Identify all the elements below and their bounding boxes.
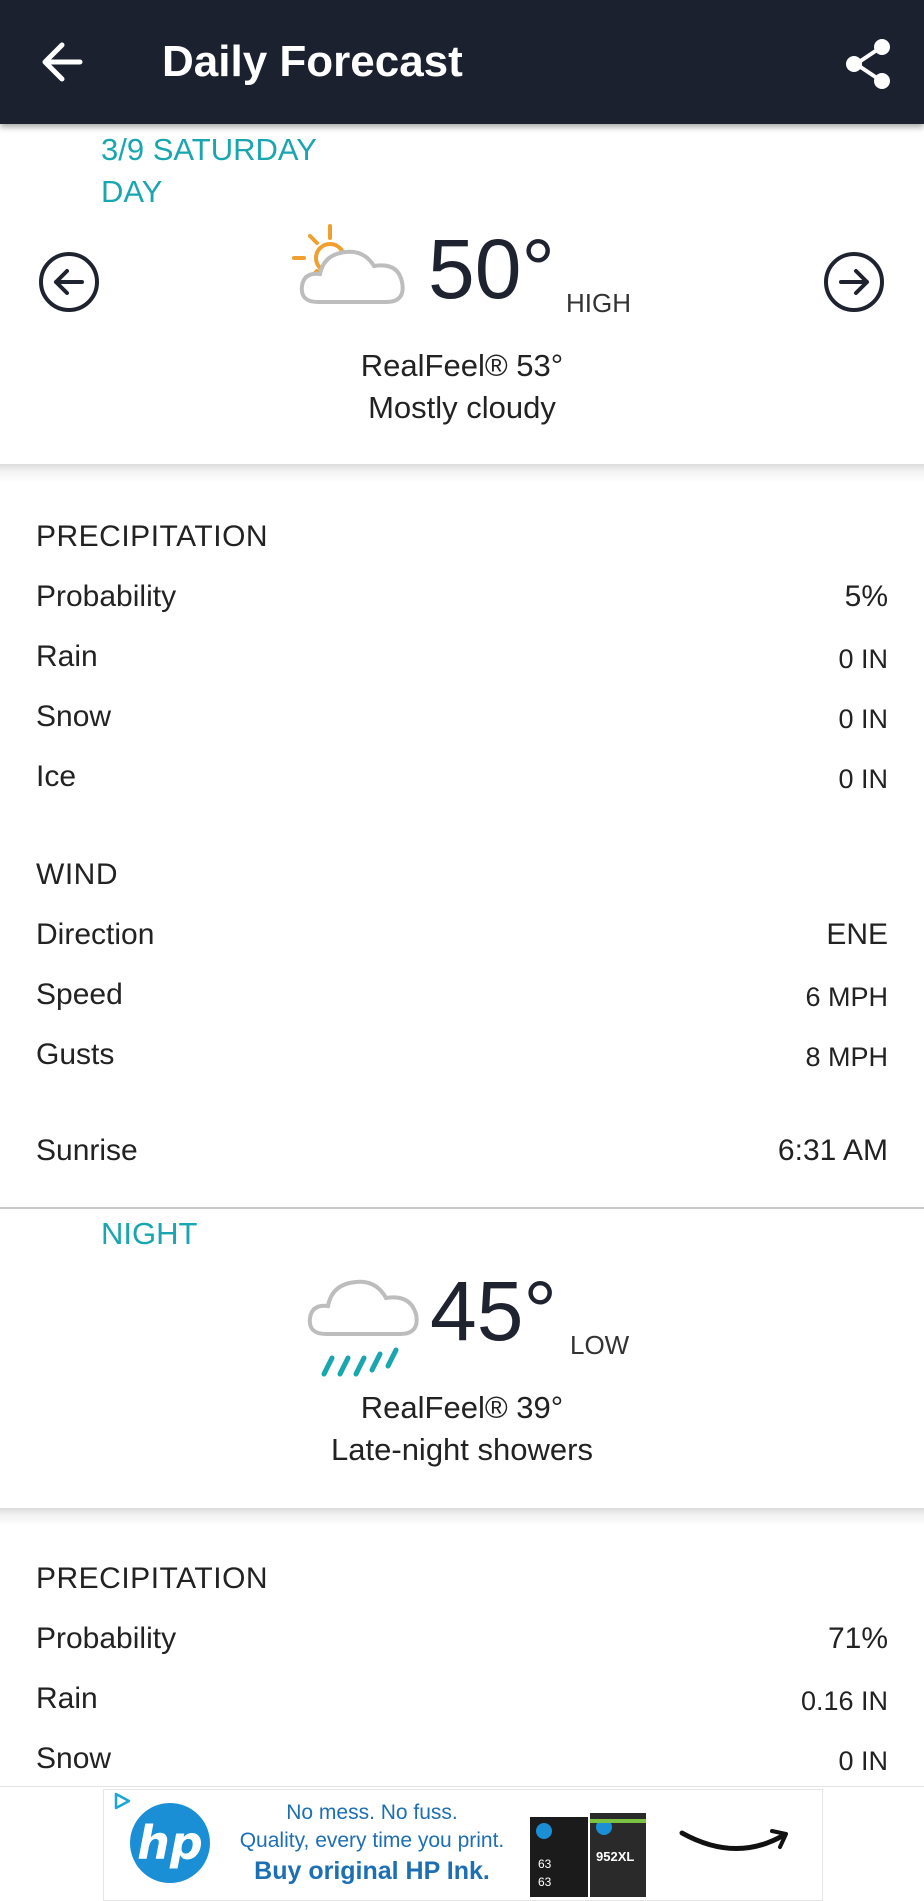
day-rain-value: 0 IN: [838, 644, 888, 674]
card-shadow: [0, 1508, 924, 1526]
ink-cartridge-box: 63 63: [530, 1817, 588, 1897]
wind-gusts-value: 8 MPH: [805, 1042, 888, 1072]
ink-label: 952XL: [596, 1849, 635, 1864]
day-condition: Mostly cloudy: [368, 390, 556, 425]
night-rain-value: 0.16 IN: [800, 1686, 888, 1716]
hp-mini-logo: [536, 1823, 552, 1839]
day-rain-label: Rain: [36, 640, 98, 673]
night-probability-value: 71%: [827, 1622, 888, 1655]
ad-banner[interactable]: hp No mess. No fuss. Quality, every time…: [0, 1786, 924, 1901]
day-temperature: 50°: [428, 222, 556, 316]
day-ice-label: Ice: [36, 760, 77, 793]
low-label: LOW: [570, 1330, 630, 1360]
wind-speed-label: Speed: [36, 978, 123, 1011]
page-title: Daily Forecast: [162, 37, 463, 86]
date-label: 3/9 SATURDAY: [101, 132, 317, 167]
hp-logo[interactable]: hp: [130, 1803, 210, 1883]
partly-cloudy-sun-icon: [292, 224, 405, 304]
amazon-smile-icon[interactable]: [676, 1823, 796, 1863]
day-ice-value: 0 IN: [838, 764, 888, 794]
night-condition: Late-night showers: [331, 1432, 593, 1467]
previous-day-button[interactable]: [37, 250, 101, 314]
ink-label: 63: [538, 1857, 552, 1871]
day-period-label: DAY: [101, 174, 163, 209]
night-realfeel: RealFeel® 39°: [360, 1390, 564, 1425]
ad-choices-icon[interactable]: [112, 1791, 132, 1811]
night-precipitation-heading: PRECIPITATION: [36, 1562, 269, 1595]
high-label: HIGH: [566, 288, 631, 318]
night-summary-card: NIGHT 45° LOW RealFeel® 39° Late-night s…: [0, 1210, 924, 1508]
night-snow-label: Snow: [36, 1742, 112, 1775]
day-summary-card: 3/9 SATURDAY DAY 50° HIGH RealFeel® 53° …: [0, 124, 924, 464]
ink-cartridge-box: 952XL: [590, 1813, 646, 1897]
ink-stripe: [590, 1819, 646, 1823]
sunrise-label: Sunrise: [36, 1134, 138, 1167]
wind-direction-value: ENE: [826, 918, 888, 951]
day-realfeel: RealFeel® 53°: [360, 348, 564, 383]
sunrise-value: 6:31 AM: [777, 1134, 888, 1167]
ad-call-to-action[interactable]: Buy original HP Ink.: [222, 1857, 522, 1886]
wind-gusts-label: Gusts: [36, 1038, 115, 1071]
wind-direction-label: Direction: [36, 918, 155, 951]
day-snow-label: Snow: [36, 700, 112, 733]
app-bar: Daily Forecast: [0, 0, 924, 124]
night-probability-label: Probability: [36, 1622, 177, 1655]
day-probability-label: Probability: [36, 580, 177, 613]
night-temperature: 45°: [430, 1264, 558, 1358]
ad-subline: Quality, every time you print.: [239, 1829, 505, 1852]
card-shadow: [0, 464, 924, 482]
night-snow-value: 0 IN: [838, 1746, 888, 1776]
day-snow-value: 0 IN: [838, 704, 888, 734]
night-rain-label: Rain: [36, 1682, 98, 1715]
rain-cloud-icon: [307, 1279, 419, 1377]
day-probability-value: 5%: [844, 580, 888, 613]
wind-heading: WIND: [36, 858, 118, 891]
ink-label: 63: [538, 1875, 552, 1889]
back-arrow-icon[interactable]: [36, 32, 92, 92]
share-icon[interactable]: [842, 36, 894, 92]
section-divider: [0, 1207, 924, 1209]
day-precipitation-heading: PRECIPITATION: [36, 520, 269, 553]
night-period-label: NIGHT: [101, 1216, 198, 1251]
ad-headline: No mess. No fuss.: [286, 1801, 458, 1824]
wind-speed-value: 6 MPH: [805, 982, 888, 1012]
next-day-button[interactable]: [822, 250, 886, 314]
